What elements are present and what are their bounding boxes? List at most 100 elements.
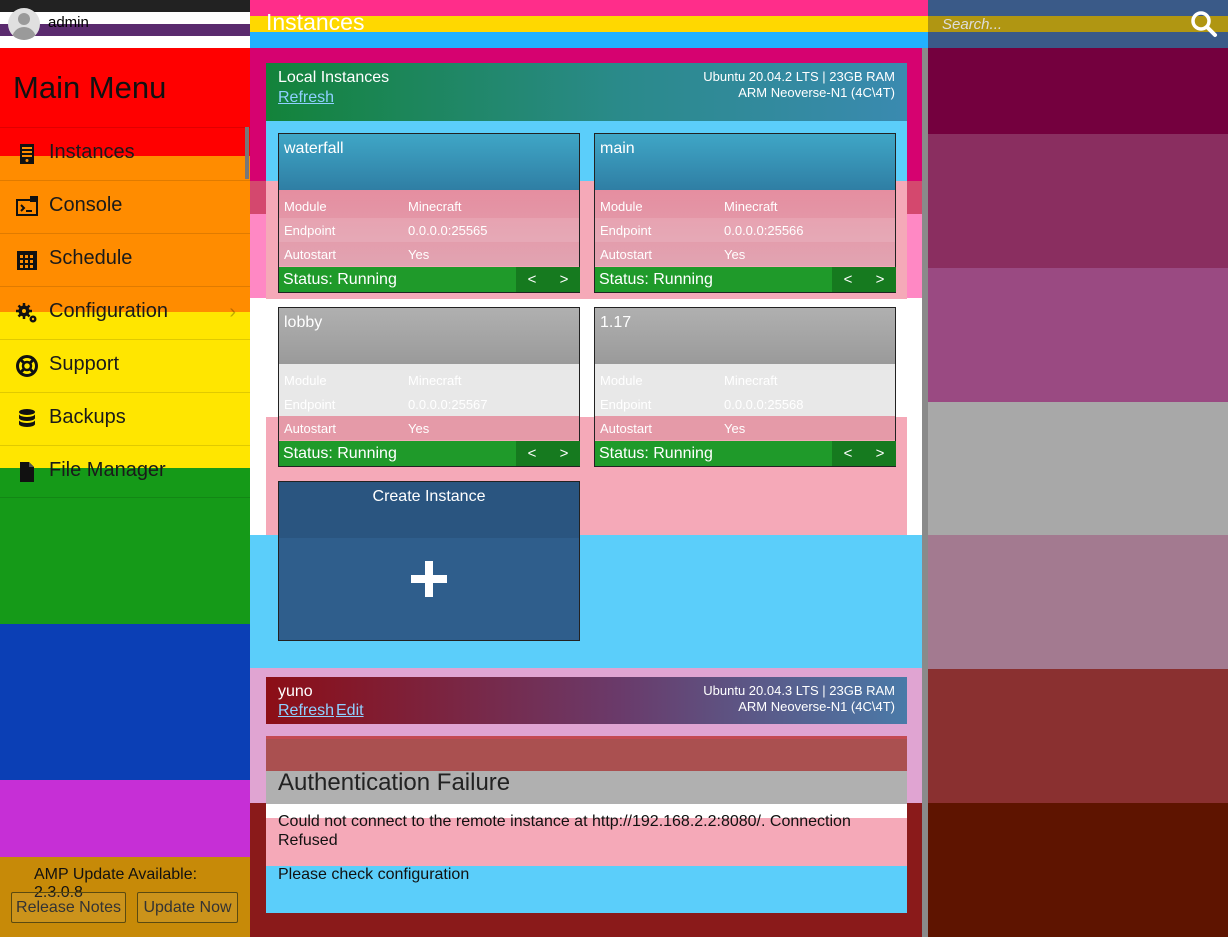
- row-label: Module: [600, 199, 643, 214]
- sidebar: admin Main Menu Instances Console Schedu…: [0, 0, 250, 937]
- instance-details: Module Minecraft Endpoint 0.0.0.0:25567 …: [279, 364, 579, 440]
- local-instances-header: Local Instances Refresh Ubuntu 20.04.2 L…: [266, 63, 907, 121]
- top-bar: Instances: [250, 0, 1228, 48]
- avatar[interactable]: [8, 8, 40, 40]
- search-icon[interactable]: [1190, 10, 1218, 38]
- instance-status: Status: Running: [599, 445, 713, 462]
- row-label: Autostart: [284, 421, 337, 436]
- sidebar-item-schedule[interactable]: Schedule: [0, 233, 250, 286]
- instance-row-endpoint: Endpoint 0.0.0.0:25565: [279, 218, 579, 242]
- instance-row-module: Module Minecraft: [595, 194, 895, 218]
- row-label: Module: [600, 373, 643, 388]
- next-button[interactable]: >: [864, 267, 896, 292]
- prev-button[interactable]: <: [832, 441, 864, 466]
- instance-card-waterfall[interactable]: waterfall Module Minecraft Endpoint 0.0.…: [278, 133, 580, 293]
- instance-header[interactable]: 1.17: [595, 308, 895, 364]
- remote-refresh-link[interactable]: Refresh: [278, 702, 334, 720]
- instance-card-lobby[interactable]: lobby Module Minecraft Endpoint 0.0.0.0:…: [278, 307, 580, 467]
- instance-status-bar: Status: Running < >: [279, 441, 580, 466]
- remote-instance-header: yuno Refresh Edit Ubuntu 20.04.3 LTS | 2…: [266, 677, 907, 724]
- instance-row-autostart: Autostart Yes: [595, 242, 895, 266]
- sidebar-item-label: File Manager: [49, 459, 166, 481]
- instance-row-endpoint: Endpoint 0.0.0.0:25567: [279, 392, 579, 416]
- sidebar-item-console[interactable]: Console: [0, 180, 250, 233]
- local-system-os: Ubuntu 20.04.2 LTS | 23GB RAM: [703, 69, 895, 84]
- remote-system-info: Ubuntu 20.04.3 LTS | 23GB RAM ARM Neover…: [703, 683, 895, 715]
- remote-system-os: Ubuntu 20.04.3 LTS | 23GB RAM: [703, 683, 895, 698]
- sidebar-item-label: Configuration: [49, 300, 168, 322]
- right-pane: [928, 48, 1228, 937]
- remote-system-cpu: ARM Neoverse-N1 (4C\4T): [738, 699, 895, 714]
- remote-instance-body: Authentication Failure Could not connect…: [266, 736, 907, 913]
- row-value: 0.0.0.0:25568: [724, 397, 804, 412]
- row-label: Endpoint: [284, 223, 336, 238]
- local-system-cpu: ARM Neoverse-N1 (4C\4T): [738, 85, 895, 100]
- remote-edit-link[interactable]: Edit: [336, 702, 364, 720]
- gears-icon: [16, 303, 37, 323]
- search-area: [928, 0, 1228, 48]
- row-value: Minecraft: [408, 373, 462, 388]
- update-now-button[interactable]: Update Now: [137, 892, 238, 923]
- row-value: 0.0.0.0:25566: [724, 223, 804, 238]
- instance-row-autostart: Autostart Yes: [279, 242, 579, 266]
- instance-card-main[interactable]: main Module Minecraft Endpoint 0.0.0.0:2…: [594, 133, 896, 293]
- create-instance-header: Create Instance: [279, 482, 579, 538]
- sidebar-item-configuration[interactable]: Configuration ›: [0, 286, 250, 339]
- sidebar-item-label: Support: [49, 353, 120, 375]
- create-instance-label: Create Instance: [372, 488, 486, 505]
- next-button[interactable]: >: [864, 441, 896, 466]
- row-label: Endpoint: [600, 397, 652, 412]
- release-notes-button[interactable]: Release Notes: [11, 892, 126, 923]
- row-label: Autostart: [600, 421, 653, 436]
- instance-card-1-17[interactable]: 1.17 Module Minecraft Endpoint 0.0.0.0:2…: [594, 307, 896, 467]
- server-icon: [20, 144, 34, 164]
- next-button[interactable]: >: [548, 267, 580, 292]
- instance-row-autostart: Autostart Yes: [595, 416, 895, 440]
- instance-row-endpoint: Endpoint 0.0.0.0:25566: [595, 218, 895, 242]
- error-title: Authentication Failure: [278, 769, 511, 796]
- menu-title: Main Menu: [13, 70, 167, 105]
- instance-row-module: Module Minecraft: [595, 368, 895, 392]
- remote-instance-title: yuno: [278, 683, 313, 700]
- lifebuoy-icon: [16, 355, 38, 377]
- plus-icon: [411, 561, 447, 597]
- row-label: Autostart: [284, 247, 337, 262]
- prev-button[interactable]: <: [516, 441, 548, 466]
- sidebar-item-support[interactable]: Support: [0, 339, 250, 392]
- username: admin: [48, 14, 89, 31]
- row-label: Module: [284, 199, 327, 214]
- row-label: Endpoint: [284, 397, 336, 412]
- row-label: Module: [284, 373, 327, 388]
- instance-details: Module Minecraft Endpoint 0.0.0.0:25566 …: [595, 190, 895, 266]
- row-value: Yes: [724, 421, 746, 436]
- create-instance-button[interactable]: Create Instance: [278, 481, 580, 641]
- console-icon: [16, 196, 38, 216]
- local-refresh-link[interactable]: Refresh: [278, 89, 334, 107]
- active-indicator: [245, 127, 249, 179]
- row-value: Yes: [408, 421, 430, 436]
- sidebar-item-file-manager[interactable]: File Manager: [0, 445, 250, 498]
- calendar-icon: [17, 251, 37, 270]
- sidebar-item-label: Schedule: [49, 247, 133, 269]
- instance-header[interactable]: waterfall: [279, 134, 579, 190]
- row-value: Minecraft: [724, 373, 778, 388]
- instance-row-endpoint: Endpoint 0.0.0.0:25568: [595, 392, 895, 416]
- file-icon: [20, 462, 34, 482]
- sidebar-item-backups[interactable]: Backups: [0, 392, 250, 445]
- instance-status-bar: Status: Running < >: [595, 267, 896, 292]
- search-input[interactable]: [942, 14, 1162, 34]
- sidebar-item-instances[interactable]: Instances: [0, 127, 250, 180]
- row-value: Yes: [408, 247, 430, 262]
- user-bar[interactable]: admin: [0, 0, 250, 48]
- error-message: Could not connect to the remote instance…: [278, 813, 851, 849]
- instance-details: Module Minecraft Endpoint 0.0.0.0:25565 …: [279, 190, 579, 266]
- row-value: Yes: [724, 247, 746, 262]
- prev-button[interactable]: <: [832, 267, 864, 292]
- next-button[interactable]: >: [548, 441, 580, 466]
- sidebar-item-label: Backups: [49, 406, 126, 428]
- error-hint: Please check configuration: [278, 866, 470, 883]
- instance-header[interactable]: lobby: [279, 308, 579, 364]
- instance-name: waterfall: [284, 140, 344, 157]
- prev-button[interactable]: <: [516, 267, 548, 292]
- instance-header[interactable]: main: [595, 134, 895, 190]
